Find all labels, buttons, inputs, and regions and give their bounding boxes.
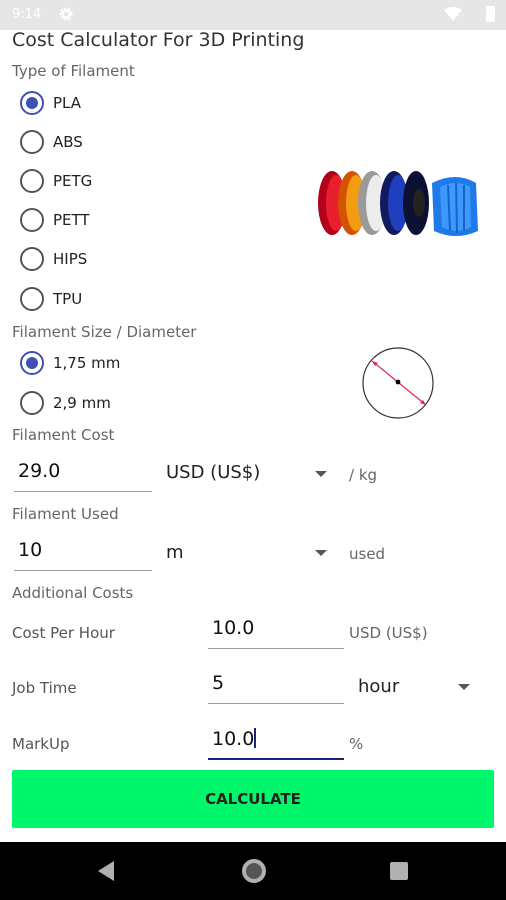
status-time: 9:14 [12,7,42,22]
radio-button[interactable] [20,287,44,311]
wifi-icon [444,7,462,21]
job-time-input[interactable]: 5 [208,672,344,704]
radio-label: PLA [53,94,82,112]
nav-back-icon[interactable] [96,860,116,882]
nav-recent-icon[interactable] [390,862,408,880]
navigation-bar [0,842,506,900]
filament-size-label: Filament Size / Diameter [12,323,197,341]
radio-button-checked[interactable] [20,351,44,375]
radio-pett[interactable]: PETT [20,207,90,233]
currency-spinner-value: USD (US$) [166,462,261,483]
text-cursor [254,728,257,748]
markup-label: MarkUp [12,735,70,753]
length-unit-dropdown-icon[interactable] [315,550,327,556]
radio-label: ABS [53,133,83,151]
radio-label: HIPS [53,250,88,268]
status-bar: 9:14 [0,0,506,30]
time-unit-dropdown-icon[interactable] [458,684,470,690]
nav-home-icon[interactable] [242,859,266,883]
markup-input-value: 10.0 [212,728,255,750]
radio-label: 2,9 mm [53,394,111,412]
filament-spools-image [318,171,478,236]
radio-button[interactable] [20,247,44,271]
radio-button[interactable] [20,169,44,193]
markup-input[interactable]: 10.0 [208,728,344,760]
settings-gear-icon [59,7,73,21]
time-unit-spinner[interactable]: hour [358,676,399,697]
cost-per-hour-label: Cost Per Hour [12,624,115,642]
radio-size-29[interactable]: 2,9 mm [20,390,111,416]
radio-label: PETT [53,211,90,229]
battery-icon [486,6,495,22]
app-title: Cost Calculator For 3D Printing [12,29,305,51]
radio-label: TPU [53,290,83,308]
radio-size-175[interactable]: 1,75 mm [20,350,120,376]
filament-used-input[interactable]: 10 [14,539,152,571]
radio-hips[interactable]: HIPS [20,246,87,272]
radio-button[interactable] [20,130,44,154]
radio-label: PETG [53,172,93,190]
currency-dropdown-icon[interactable] [315,471,327,477]
radio-petg[interactable]: PETG [20,168,92,194]
currency-spinner[interactable]: USD (US$) [166,462,260,483]
markup-unit: % [349,735,364,753]
filament-cost-input[interactable]: 29.0 [14,460,152,492]
radio-abs[interactable]: ABS [20,129,83,155]
cost-per-hour-unit: USD (US$) [349,624,428,642]
cost-per-hour-input[interactable]: 10.0 [208,617,344,649]
job-time-label: Job Time [12,679,77,697]
radio-button[interactable] [20,208,44,232]
radio-button-checked[interactable] [20,91,44,115]
filament-used-label: Filament Used [12,505,119,523]
calculate-button[interactable]: CALCULATE [12,770,494,828]
radio-button[interactable] [20,391,44,415]
filament-cost-label: Filament Cost [12,426,115,444]
cost-unit-label: / kg [349,466,378,484]
radio-pla[interactable]: PLA [20,90,81,116]
additional-costs-label: Additional Costs [12,584,134,602]
filament-type-label: Type of Filament [12,62,135,80]
time-unit-spinner-value: hour [358,676,400,697]
radio-tpu[interactable]: TPU [20,286,82,312]
used-suffix-label: used [349,545,386,563]
length-unit-spinner[interactable]: m [166,542,184,563]
diameter-circle-icon [362,347,434,419]
radio-label: 1,75 mm [53,354,121,372]
length-unit-spinner-value: m [166,542,184,563]
